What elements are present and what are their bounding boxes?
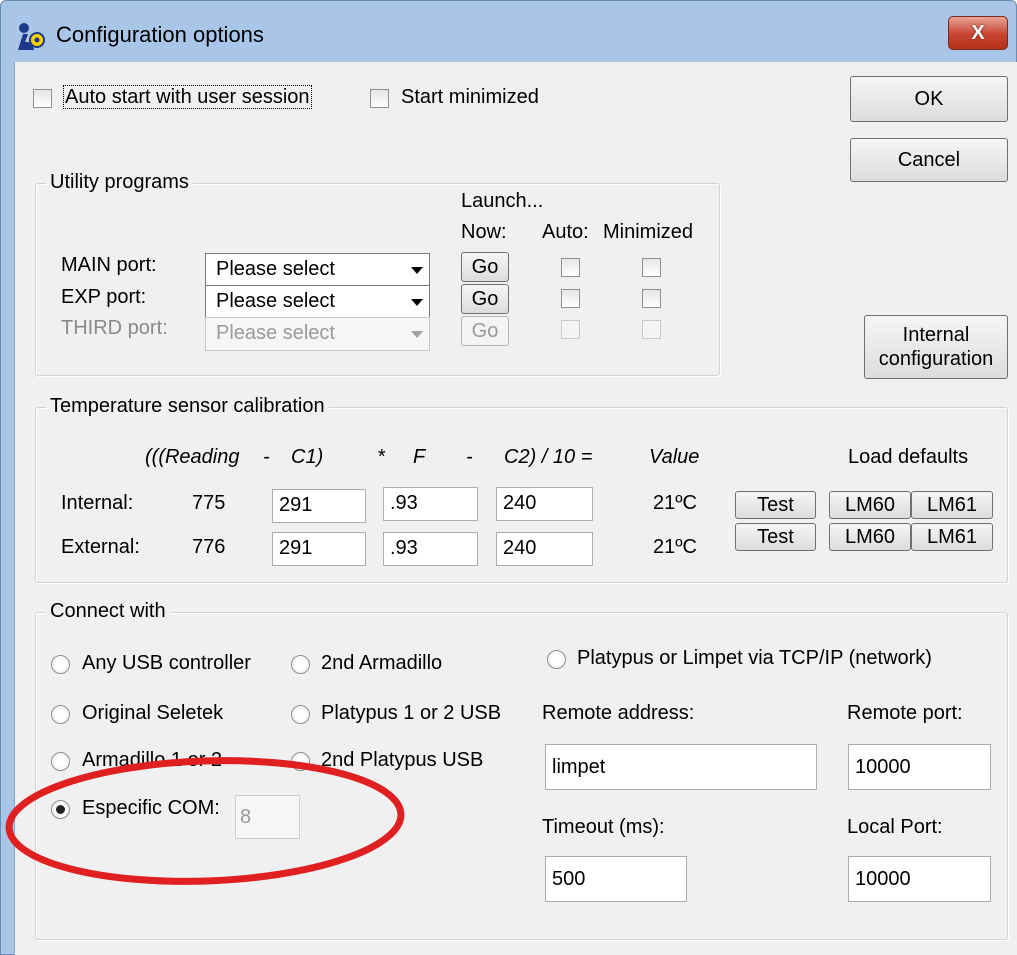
exp-port-value: Please select — [216, 290, 335, 312]
formula-minus-2: - — [466, 446, 473, 468]
launch-header: Launch... — [461, 190, 544, 212]
now-header: Now: — [461, 221, 507, 243]
formula-f: F — [413, 446, 426, 468]
third-port-auto-checkbox[interactable] — [561, 320, 580, 339]
external-test-button[interactable]: Test — [735, 523, 816, 551]
especific-com-radio[interactable] — [51, 800, 70, 819]
internal-test-button[interactable]: Test — [735, 491, 816, 519]
second-armadillo-label[interactable]: 2nd Armadillo — [321, 652, 442, 675]
internal-configuration-label-1: Internal — [902, 324, 970, 346]
platypus-1-2-usb-label[interactable]: Platypus 1 or 2 USB — [321, 702, 501, 725]
third-port-go-button[interactable]: Go — [461, 316, 509, 346]
any-usb-radio[interactable] — [51, 655, 70, 674]
external-lm61-button[interactable]: LM61 — [911, 523, 993, 551]
main-port-select[interactable]: Please select — [205, 253, 430, 287]
auto-start-label[interactable]: Auto start with user session — [63, 85, 312, 109]
internal-lm61-button[interactable]: LM61 — [911, 491, 993, 519]
window-title: Configuration options — [56, 22, 264, 47]
formula-c2: C2) / 10 = — [504, 446, 593, 468]
connect-with-legend: Connect with — [46, 600, 170, 623]
internal-value: 21ºC — [653, 492, 697, 514]
chevron-down-icon — [411, 331, 423, 338]
internal-f-input[interactable]: .93 — [383, 487, 478, 521]
second-platypus-usb-radio[interactable] — [291, 752, 310, 771]
formula-value: Value — [649, 446, 700, 468]
exp-port-go-button[interactable]: Go — [461, 284, 509, 314]
external-value: 21ºC — [653, 536, 697, 558]
internal-c1-input[interactable]: 291 — [272, 489, 366, 523]
second-armadillo-radio[interactable] — [291, 655, 310, 674]
exp-port-label: EXP port: — [61, 286, 147, 308]
especific-com-input[interactable]: 8 — [235, 795, 300, 839]
cancel-button[interactable]: Cancel — [850, 138, 1008, 182]
main-port-value: Please select — [216, 258, 335, 280]
remote-port-label: Remote port: — [847, 702, 963, 724]
main-port-label: MAIN port: — [61, 254, 157, 276]
external-lm60-button[interactable]: LM60 — [829, 523, 911, 551]
chevron-down-icon — [411, 267, 423, 274]
exp-port-auto-checkbox[interactable] — [561, 289, 580, 308]
third-port-value: Please select — [216, 322, 335, 344]
utility-programs-legend: Utility programs — [46, 171, 193, 194]
platypus-tcp-label[interactable]: Platypus or Limpet via TCP/IP (network) — [577, 647, 932, 670]
main-port-minimized-checkbox[interactable] — [642, 258, 661, 277]
auto-start-checkbox[interactable] — [33, 89, 52, 108]
exp-port-minimized-checkbox[interactable] — [642, 289, 661, 308]
internal-reading-value: 775 — [192, 492, 226, 514]
original-seletek-label[interactable]: Original Seletek — [82, 702, 223, 725]
any-usb-label[interactable]: Any USB controller — [82, 652, 251, 675]
timeout-label: Timeout (ms): — [542, 816, 665, 838]
external-c2-input[interactable]: 240 — [496, 532, 593, 566]
armadillo-1-2-radio[interactable] — [51, 752, 70, 771]
external-row-label: External: — [61, 536, 140, 558]
formula-reading: (((Reading — [145, 446, 240, 468]
app-icon — [18, 23, 45, 50]
start-minimized-checkbox[interactable] — [370, 89, 389, 108]
close-icon: X — [971, 21, 985, 44]
internal-c2-input[interactable]: 240 — [496, 487, 593, 521]
formula-times: * — [377, 446, 385, 468]
auto-header: Auto: — [542, 221, 589, 243]
temperature-calibration-legend: Temperature sensor calibration — [46, 395, 329, 418]
chevron-down-icon — [411, 299, 423, 306]
local-port-input[interactable]: 10000 — [848, 856, 991, 902]
remote-address-input[interactable]: limpet — [545, 744, 817, 790]
third-port-label: THIRD port: — [61, 317, 168, 339]
dialog-client-area: Auto start with user session Start minim… — [14, 62, 1017, 955]
armadillo-1-2-label[interactable]: Armadillo 1 or 2 — [82, 749, 222, 772]
original-seletek-radio[interactable] — [51, 705, 70, 724]
start-minimized-label[interactable]: Start minimized — [401, 86, 539, 109]
third-port-select[interactable]: Please select — [205, 317, 430, 351]
ok-button[interactable]: OK — [850, 76, 1008, 122]
timeout-input[interactable]: 500 — [545, 856, 687, 902]
remote-address-label: Remote address: — [542, 702, 695, 724]
external-f-input[interactable]: .93 — [383, 532, 478, 566]
internal-configuration-button[interactable]: Internal configuration — [864, 315, 1008, 379]
load-defaults-label: Load defaults — [848, 446, 969, 468]
internal-row-label: Internal: — [61, 492, 134, 514]
second-platypus-usb-label[interactable]: 2nd Platypus USB — [321, 749, 483, 772]
platypus-tcp-radio[interactable] — [547, 650, 566, 669]
external-c1-input[interactable]: 291 — [272, 532, 366, 566]
third-port-minimized-checkbox[interactable] — [642, 320, 661, 339]
formula-c1: C1) — [291, 446, 324, 468]
platypus-1-2-usb-radio[interactable] — [291, 705, 310, 724]
internal-lm60-button[interactable]: LM60 — [829, 491, 911, 519]
local-port-label: Local Port: — [847, 816, 943, 838]
especific-com-label[interactable]: Especific COM: — [82, 797, 220, 820]
external-reading-value: 776 — [192, 536, 226, 558]
internal-configuration-label-2: configuration — [878, 348, 994, 370]
main-port-go-button[interactable]: Go — [461, 252, 509, 282]
main-port-auto-checkbox[interactable] — [561, 258, 580, 277]
minimized-header: Minimized — [603, 221, 694, 243]
formula-minus-1: - — [263, 446, 270, 468]
remote-port-input[interactable]: 10000 — [848, 744, 991, 790]
exp-port-select[interactable]: Please select — [205, 285, 430, 319]
close-button[interactable]: X — [948, 16, 1008, 50]
